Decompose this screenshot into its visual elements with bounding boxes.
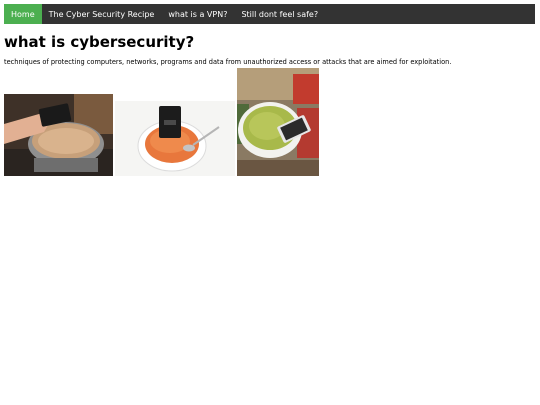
page-title: what is cybersecurity? [4, 33, 195, 51]
photo-phone-in-guacamole [237, 68, 319, 176]
photo-phone-in-soup [115, 101, 235, 176]
nav-still-dont-feel-safe[interactable]: Still dont feel safe? [234, 4, 325, 24]
page-description: techniques of protecting computers, netw… [4, 58, 452, 66]
nav-home[interactable]: Home [4, 4, 42, 24]
nav-cyber-security-recipe[interactable]: The Cyber Security Recipe [42, 4, 162, 24]
nav-what-is-vpn[interactable]: what is a VPN? [161, 4, 234, 24]
top-navbar: Home The Cyber Security Recipe what is a… [4, 4, 535, 24]
photo-phone-in-pot [4, 94, 113, 176]
